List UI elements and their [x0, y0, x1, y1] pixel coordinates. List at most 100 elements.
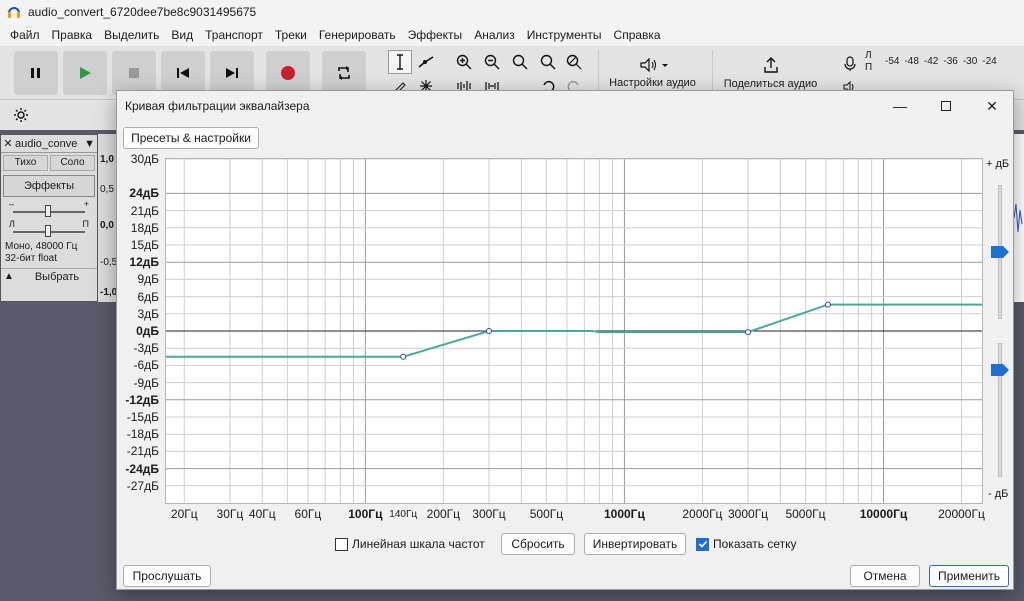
record-button[interactable]: [266, 51, 310, 95]
track-name[interactable]: audio_conve: [15, 138, 77, 150]
play-button[interactable]: [63, 51, 107, 95]
y-tick-label: -9дБ: [133, 375, 159, 390]
main-title-bar: audio_convert_6720dee7be8c9031495675: [0, 0, 1024, 24]
i-beam-icon: [397, 54, 403, 70]
zoom-out-button[interactable]: [480, 50, 504, 74]
zoom-in-button[interactable]: [452, 50, 476, 74]
menu-analyze[interactable]: Анализ: [468, 24, 521, 46]
eq-control-point[interactable]: [824, 301, 831, 308]
eq-control-point[interactable]: [745, 329, 752, 336]
x-tick-label: 300Гц: [472, 507, 506, 521]
stop-icon: [129, 68, 139, 78]
invert-button[interactable]: Инвертировать: [584, 533, 686, 555]
y-tick-label: -3дБ: [133, 341, 159, 356]
y-tick-label: -15дБ: [126, 410, 159, 424]
menu-file[interactable]: Файл: [4, 24, 46, 46]
mute-button[interactable]: Тихо: [3, 155, 48, 171]
menu-tools[interactable]: Инструменты: [521, 24, 608, 46]
track-menu-chevron-icon[interactable]: ▼: [84, 138, 95, 150]
scale-label: -0,5: [100, 257, 118, 268]
preview-button[interactable]: Прослушать: [123, 565, 211, 587]
linear-scale-checkbox[interactable]: Линейная шкала частот: [335, 537, 485, 551]
pan-slider-thumb[interactable]: [45, 225, 51, 237]
linear-scale-checkbox-box[interactable]: [335, 537, 348, 551]
menu-tracks[interactable]: Треки: [269, 24, 313, 46]
zoom-selection-icon: [512, 54, 528, 70]
show-grid-checkbox-box[interactable]: [696, 537, 709, 551]
apply-button[interactable]: Применить: [929, 565, 1009, 587]
zoom-fit-icon: [540, 54, 556, 70]
x-tick-label: 10000Гц: [859, 507, 908, 521]
cancel-button[interactable]: Отмена: [850, 565, 920, 587]
meter-tick: -42: [923, 56, 939, 67]
skip-to-start-button[interactable]: [161, 51, 205, 95]
minimize-button[interactable]: —: [877, 91, 923, 121]
min-db-slider-thumb[interactable]: [991, 364, 1009, 376]
checkmark-icon: [698, 540, 707, 548]
x-tick-label: 3000Гц: [727, 507, 769, 521]
gain-min-label: –: [9, 199, 15, 209]
scale-label: 0,5: [100, 184, 114, 195]
solo-button[interactable]: Соло: [50, 155, 95, 171]
menu-edit[interactable]: Правка: [46, 24, 99, 46]
max-db-slider-thumb[interactable]: [991, 246, 1009, 258]
skip-to-end-button[interactable]: [210, 51, 254, 95]
select-track-button[interactable]: Выбрать: [17, 271, 97, 283]
y-tick-label: -21дБ: [126, 444, 159, 459]
zoom-toggle-button[interactable]: [562, 50, 586, 74]
maximize-button[interactable]: [923, 91, 969, 121]
y-tick-label: 6дБ: [137, 289, 159, 304]
y-tick-label: 12дБ: [129, 255, 159, 270]
show-grid-checkbox[interactable]: Показать сетку: [696, 537, 797, 551]
eq-curve-svg[interactable]: [166, 159, 982, 503]
y-tick-label: 21дБ: [130, 203, 159, 218]
y-tick-label: -18дБ: [126, 427, 159, 442]
menu-view[interactable]: Вид: [165, 24, 199, 46]
eq-curve-graph[interactable]: [165, 158, 983, 504]
x-tick-label: 500Гц: [529, 507, 564, 521]
meter-tick: -24: [982, 56, 997, 67]
maximize-icon: [941, 101, 951, 111]
track-effects-button[interactable]: Эффекты: [3, 175, 95, 197]
menu-help[interactable]: Справка: [608, 24, 667, 46]
eq-control-point[interactable]: [400, 353, 407, 360]
menu-select[interactable]: Выделить: [98, 24, 165, 46]
skip-end-icon: [226, 68, 238, 78]
loop-button[interactable]: [322, 51, 366, 95]
linear-scale-label: Линейная шкала частот: [352, 537, 485, 551]
meter-tick: -30: [962, 56, 978, 67]
fit-selection-button[interactable]: [508, 50, 532, 74]
eq-control-point[interactable]: [485, 328, 492, 334]
selection-tool[interactable]: [388, 50, 412, 74]
y-tick-label: 24дБ: [129, 186, 159, 201]
zoom-toggle-icon: [566, 54, 582, 70]
menu-generate[interactable]: Генерировать: [313, 24, 402, 46]
y-tick-label: -6дБ: [133, 358, 159, 373]
settings-button[interactable]: [9, 103, 33, 127]
fit-project-button[interactable]: [536, 50, 560, 74]
play-icon: [80, 67, 91, 79]
reset-button[interactable]: Сбросить: [501, 533, 575, 555]
loop-icon: [338, 66, 350, 80]
close-button[interactable]: ✕: [969, 91, 1015, 121]
gain-slider-thumb[interactable]: [45, 205, 51, 217]
collapse-track-icon[interactable]: ▲: [1, 271, 17, 282]
menu-transport[interactable]: Транспорт: [199, 24, 269, 46]
track-amplitude-scale: 1,0 0,5 0,0 -0,5 -1,0: [98, 134, 118, 302]
x-tick-label: 2000Гц: [682, 507, 723, 521]
meter-play-channel-label: П: [865, 62, 873, 73]
presets-settings-button[interactable]: Пресеты & настройки: [123, 127, 259, 149]
stop-button[interactable]: [112, 51, 156, 95]
y-tick-label: 0дБ: [136, 324, 159, 338]
envelope-icon: [418, 56, 434, 68]
menu-effects[interactable]: Эффекты: [402, 24, 469, 46]
show-grid-label: Показать сетку: [713, 537, 797, 551]
envelope-tool[interactable]: [414, 50, 438, 74]
track-format-line2: 32-бит float: [5, 253, 58, 264]
x-tick-label: 30Гц: [216, 507, 244, 521]
audio-setup-label: Настройки аудио: [609, 77, 696, 89]
pause-button[interactable]: [14, 51, 58, 95]
x-tick-label: 60Гц: [294, 507, 322, 521]
track-close-icon[interactable]: ✕: [1, 137, 15, 150]
menu-bar: Файл Правка Выделить Вид Транспорт Треки…: [0, 24, 1024, 46]
